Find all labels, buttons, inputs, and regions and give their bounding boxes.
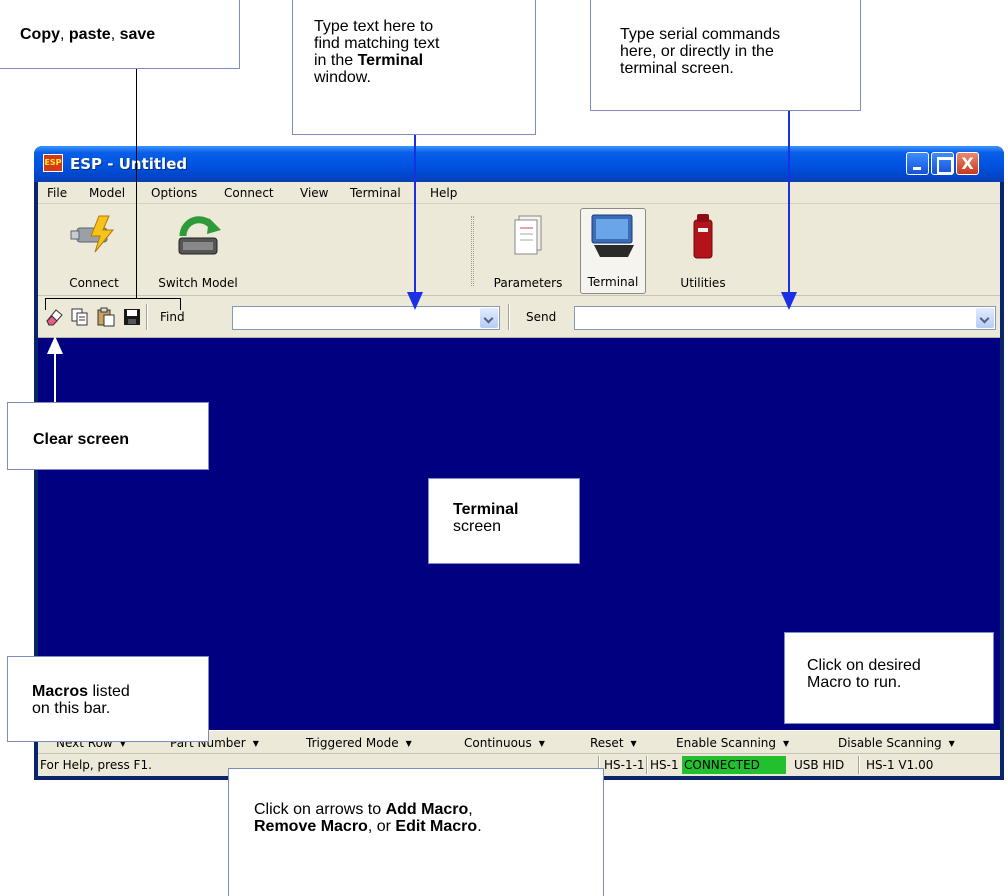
find-combo[interactable] [232, 306, 500, 330]
status-connection: CONNECTED [684, 758, 760, 772]
callout-terminal-screen: Terminal screen [428, 478, 580, 564]
chevron-down-icon[interactable] [976, 308, 994, 328]
macro-dropdown-icon[interactable]: ▼ [949, 739, 955, 748]
callout-leader-line [45, 298, 46, 310]
parameters-button[interactable]: Parameters [484, 208, 572, 294]
connect-button[interactable]: Connect [54, 208, 134, 294]
callout-send: Type serial commands here, or directly i… [590, 0, 861, 111]
macro-enable-scanning[interactable]: Enable Scanning ▼ [676, 736, 789, 750]
menu-bar: File Model Options Connect View Terminal… [38, 182, 1000, 204]
macro-dropdown-icon[interactable]: ▼ [253, 739, 259, 748]
save-icon[interactable] [122, 307, 142, 327]
status-version: HS-1 V1.00 [866, 758, 934, 772]
minimize-button[interactable] [906, 152, 929, 175]
status-code2: HS-1 [650, 758, 679, 772]
title-bar[interactable]: ESP ESP - Untitled X [34, 146, 1004, 182]
parameters-icon [514, 215, 542, 255]
toolbar-separator [146, 304, 148, 330]
callout-find: Type text here to find matching text in … [292, 0, 536, 135]
switch-model-label: Switch Model [158, 276, 238, 290]
callout-copy-paste-save: Copy, paste, save [0, 0, 240, 69]
callout-click-macro: Click on desired Macro to run. [784, 632, 994, 724]
close-icon: X [961, 154, 974, 173]
callout-macro-arrows: Click on arrows to Add Macro, Remove Mac… [228, 768, 604, 896]
copy-icon[interactable] [70, 307, 90, 327]
menu-help[interactable]: Help [430, 186, 457, 200]
callout-pointer-line [54, 352, 56, 402]
terminal-label: Terminal [587, 275, 639, 289]
status-help-text: For Help, press F1. [40, 758, 152, 772]
callout-arrow-icon [407, 292, 423, 310]
chevron-down-icon[interactable] [480, 308, 498, 328]
callout-leader-line [180, 298, 181, 310]
menu-terminal[interactable]: Terminal [350, 186, 401, 200]
callout-pointer-line [788, 111, 790, 295]
send-label: Send [526, 310, 557, 324]
terminal-icon [591, 214, 634, 257]
utilities-icon [693, 214, 713, 259]
callout-arrow-icon [47, 336, 63, 354]
callout-leader-line [136, 69, 137, 299]
connect-icon [70, 215, 115, 253]
find-label: Find [160, 310, 185, 324]
status-separator [646, 756, 648, 774]
toolbar-separator [508, 304, 510, 330]
macro-dropdown-icon[interactable]: ▼ [406, 739, 412, 748]
utilities-label: Utilities [680, 276, 726, 290]
menu-connect[interactable]: Connect [224, 186, 274, 200]
window-title: ESP - Untitled [70, 155, 188, 173]
macro-dropdown-icon[interactable]: ▼ [539, 739, 545, 748]
callout-clear-screen: Clear screen [7, 402, 209, 470]
maximize-button[interactable] [931, 152, 954, 175]
status-interface: USB HID [794, 758, 845, 772]
connect-label: Connect [69, 276, 119, 290]
switch-model-icon [178, 216, 221, 255]
callout-pointer-line [414, 135, 416, 295]
menu-file[interactable]: File [47, 186, 67, 200]
eraser-icon[interactable] [44, 307, 64, 327]
close-button[interactable]: X [956, 152, 979, 175]
status-connected-badge: CONNECTED [682, 756, 786, 774]
paste-icon[interactable] [96, 307, 116, 327]
callout-arrow-icon [781, 292, 797, 310]
menu-model[interactable]: Model [89, 186, 125, 200]
macro-dropdown-icon[interactable]: ▼ [631, 739, 637, 748]
macro-triggered-mode[interactable]: Triggered Mode ▼ [306, 736, 412, 750]
status-separator [858, 756, 860, 774]
parameters-label: Parameters [493, 276, 563, 290]
menu-options[interactable]: Options [151, 186, 197, 200]
macro-continuous[interactable]: Continuous ▼ [464, 736, 545, 750]
menu-view[interactable]: View [300, 186, 328, 200]
toolbar-separator [471, 216, 474, 286]
callout-leader-line [45, 298, 181, 299]
macro-disable-scanning[interactable]: Disable Scanning ▼ [838, 736, 955, 750]
macro-reset[interactable]: Reset ▼ [590, 736, 637, 750]
main-toolbar: Connect Switch Model Parameters Terminal… [38, 204, 1000, 296]
switch-model-button[interactable]: Switch Model [142, 208, 254, 294]
callout-macros: Macros listed on this bar. [7, 656, 209, 742]
terminal-button[interactable]: Terminal [580, 208, 646, 294]
secondary-toolbar: Find Send [38, 296, 1000, 338]
status-code1: HS-1-1 [604, 758, 645, 772]
macro-dropdown-icon[interactable]: ▼ [783, 739, 789, 748]
utilities-button[interactable]: Utilities [668, 208, 738, 294]
esp-app-icon: ESP [43, 154, 63, 172]
